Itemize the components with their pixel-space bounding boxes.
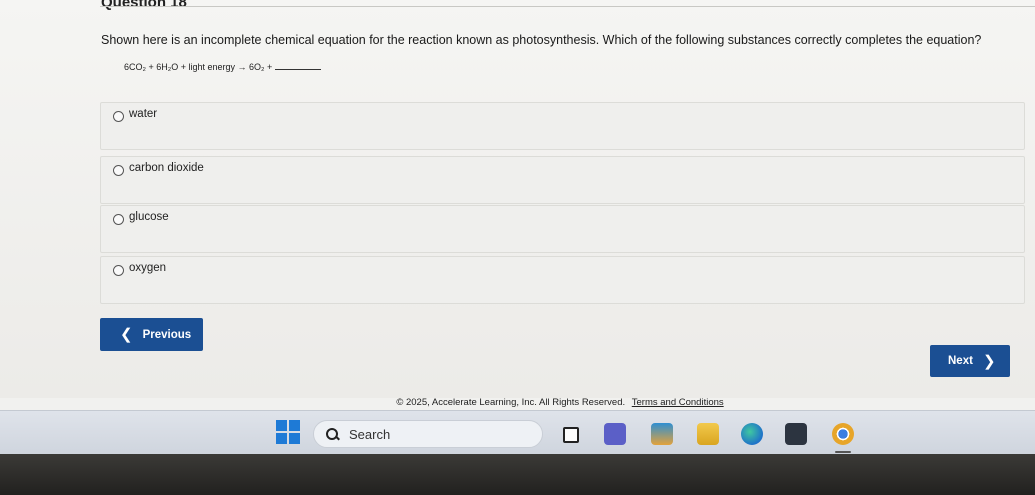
windows-taskbar: Search: [0, 410, 1035, 454]
previous-button[interactable]: ❮ Previous: [100, 318, 203, 351]
page-footer: © 2025, Accelerate Learning, Inc. All Ri…: [0, 397, 1035, 408]
chrome-icon[interactable]: [832, 423, 854, 445]
equation-blank: [275, 69, 322, 70]
search-icon: [326, 427, 339, 441]
active-app-indicator: [835, 451, 851, 453]
file-explorer-icon[interactable]: [697, 423, 719, 445]
edge-icon[interactable]: [741, 423, 763, 445]
header-divider: [100, 6, 1035, 7]
store-icon[interactable]: [785, 423, 807, 445]
copyright-text: © 2025, Accelerate Learning, Inc. All Ri…: [396, 397, 626, 408]
previous-button-label: Previous: [142, 328, 192, 341]
question-prompt: Shown here is an incomplete chemical equ…: [101, 33, 982, 47]
answer-option-water[interactable]: water: [100, 102, 1025, 150]
answer-option-label: glucose: [129, 211, 169, 223]
radio-button[interactable]: [113, 111, 124, 122]
assessment-page: Question 18 Shown here is an incomplete …: [0, 0, 1035, 398]
taskbar-search-box[interactable]: Search: [313, 420, 543, 448]
radio-button[interactable]: [113, 214, 124, 225]
answer-option-glucose[interactable]: glucose: [100, 205, 1025, 253]
answer-option-label: water: [129, 108, 158, 120]
chemical-equation: 6CO₂ + 6H₂O + light energy → 6O₂ +: [124, 62, 322, 72]
terms-link[interactable]: Terms and Conditions: [632, 397, 724, 408]
chevron-right-icon: ❯: [982, 352, 996, 370]
answer-option-label: carbon dioxide: [129, 162, 204, 174]
screen-bezel: [0, 454, 1035, 495]
weather-icon[interactable]: [651, 423, 673, 445]
chevron-left-icon: ❮: [120, 326, 133, 343]
file-icon[interactable]: [563, 427, 579, 443]
radio-button[interactable]: [113, 165, 124, 176]
windows-start-icon[interactable]: [276, 420, 300, 444]
answer-option-label: oxygen: [129, 262, 167, 274]
answer-option-oxygen[interactable]: oxygen: [100, 256, 1025, 304]
teams-icon[interactable]: [604, 423, 626, 445]
radio-button[interactable]: [113, 265, 124, 276]
next-button[interactable]: Next ❯: [930, 345, 1010, 377]
answer-option-carbon-dioxide[interactable]: carbon dioxide: [100, 156, 1025, 204]
next-button-label: Next: [948, 355, 973, 367]
equation-text: 6CO₂ + 6H₂O + light energy → 6O₂ +: [124, 62, 273, 72]
search-label: Search: [349, 426, 391, 442]
